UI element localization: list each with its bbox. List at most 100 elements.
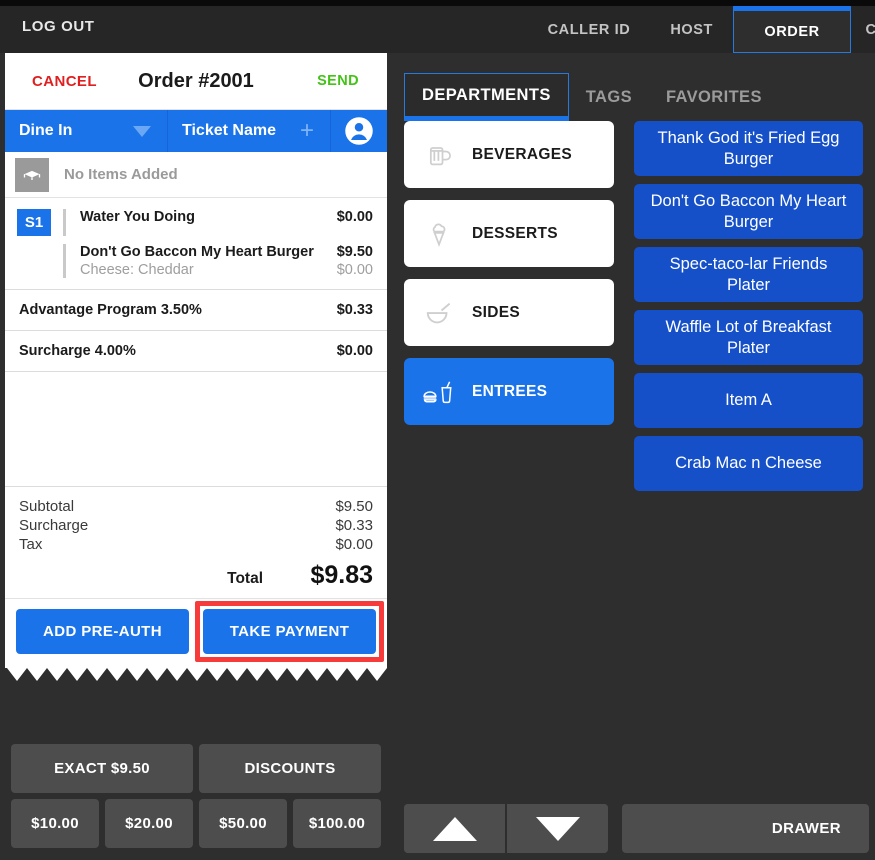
- cash-payment-area: EXACT $9.50 DISCOUNTS $10.00 $20.00 $50.…: [5, 744, 387, 854]
- catalog-tab-group: DEPARTMENTS TAGS FAVORITES: [392, 53, 875, 121]
- department-beverages-button[interactable]: BEVERAGES: [404, 121, 614, 188]
- take-payment-wrapper: TAKE PAYMENT: [203, 609, 376, 654]
- department-label: ENTREES: [472, 383, 547, 401]
- scroll-up-button[interactable]: [404, 804, 505, 853]
- order-panel: CANCEL Order #2001 SEND Dine In Ticket N…: [5, 53, 387, 683]
- fee-label: Advantage Program 3.50%: [19, 302, 202, 318]
- menu-item-button[interactable]: Spec-taco-lar Friends Plater: [634, 247, 863, 302]
- no-items-label: No Items Added: [64, 166, 178, 183]
- take-payment-button[interactable]: TAKE PAYMENT: [203, 609, 376, 654]
- catalog-body: BEVERAGES DESSERTS: [392, 121, 875, 491]
- bowl-spoon-icon: [422, 296, 456, 330]
- total-row-surcharge: Surcharge $0.33: [19, 516, 373, 535]
- grand-total-label: Total: [227, 570, 263, 588]
- pos-screen: LOG OUT CALLER ID HOST ORDER C CANCEL Or…: [0, 0, 875, 860]
- menu-item-list: Thank God it's Fried Egg Burger Don't Go…: [634, 121, 863, 491]
- menu-item-button[interactable]: Crab Mac n Cheese: [634, 436, 863, 491]
- ticket-name-field[interactable]: Ticket Name +: [168, 110, 331, 152]
- quick-amount-20-button[interactable]: $20.00: [105, 799, 193, 848]
- nav-tab-order[interactable]: ORDER: [733, 6, 851, 53]
- scroll-arrow-group: [404, 804, 608, 853]
- menu-item-button[interactable]: Thank God it's Fried Egg Burger: [634, 121, 863, 176]
- nav-tab-caller-id[interactable]: CALLER ID: [528, 6, 651, 53]
- item-price: $0.00: [337, 209, 373, 225]
- tab-departments[interactable]: DEPARTMENTS: [404, 73, 569, 121]
- beer-mug-icon: [422, 138, 456, 172]
- item-line: Water You Doing $0.00: [80, 209, 373, 225]
- no-items-row: No Items Added: [5, 152, 387, 198]
- receipt-torn-edge: [5, 668, 387, 683]
- item-line: Don't Go Baccon My Heart Burger $9.50: [80, 244, 373, 260]
- total-row-tax: Tax $0.00: [19, 535, 373, 554]
- total-label: Surcharge: [19, 517, 88, 534]
- customer-button[interactable]: [331, 110, 387, 152]
- order-type-dropdown[interactable]: Dine In: [5, 110, 168, 152]
- burger-drink-icon: [422, 375, 456, 409]
- exact-amount-button[interactable]: EXACT $9.50: [11, 744, 193, 793]
- fee-label: Surcharge 4.00%: [19, 343, 136, 359]
- package-icon: [15, 158, 49, 192]
- arrow-down-icon: [536, 817, 580, 841]
- drawer-button[interactable]: DRAWER: [622, 804, 869, 853]
- item-content: Don't Go Baccon My Heart Burger $9.50 Ch…: [80, 244, 373, 278]
- arrow-up-icon: [433, 817, 477, 841]
- item-modifier-line: Cheese: Cheddar $0.00: [80, 262, 373, 278]
- payment-actions: ADD PRE-AUTH TAKE PAYMENT: [5, 599, 387, 668]
- fee-row-surcharge: Surcharge 4.00% $0.00: [5, 331, 387, 372]
- ticket-name-label: Ticket Name: [182, 122, 276, 140]
- catalog-bottom-controls: DRAWER: [404, 804, 869, 853]
- total-label: Tax: [19, 536, 42, 553]
- item-name: Water You Doing: [80, 209, 195, 225]
- nav-tab-cut-off[interactable]: C: [851, 6, 875, 53]
- quick-amount-10-button[interactable]: $10.00: [11, 799, 99, 848]
- grand-total-amount: $9.83: [285, 561, 373, 590]
- total-row-subtotal: Subtotal $9.50: [19, 497, 373, 516]
- department-label: SIDES: [472, 304, 520, 322]
- item-divider: [63, 209, 66, 236]
- add-pre-auth-button[interactable]: ADD PRE-AUTH: [16, 609, 189, 654]
- department-label: DESSERTS: [472, 225, 558, 243]
- item-modifier-price: $0.00: [337, 262, 373, 278]
- order-header: CANCEL Order #2001 SEND: [5, 53, 387, 110]
- menu-item-button[interactable]: Don't Go Baccon My Heart Burger: [634, 184, 863, 239]
- menu-item-button[interactable]: Waffle Lot of Breakfast Plater: [634, 310, 863, 365]
- department-desserts-button[interactable]: DESSERTS: [404, 200, 614, 267]
- order-options-bar: Dine In Ticket Name +: [5, 110, 387, 152]
- grand-total-row: Total $9.83: [19, 561, 373, 590]
- tab-favorites[interactable]: FAVORITES: [649, 73, 779, 121]
- order-items-list: S1 Water You Doing $0.00 Don't Go Baccon…: [5, 198, 387, 290]
- department-list: BEVERAGES DESSERTS: [404, 121, 614, 491]
- department-sides-button[interactable]: SIDES: [404, 279, 614, 346]
- menu-item-button[interactable]: Item A: [634, 373, 863, 428]
- discounts-button[interactable]: DISCOUNTS: [199, 744, 381, 793]
- ice-cream-cone-icon: [422, 217, 456, 251]
- tab-tags[interactable]: TAGS: [569, 73, 649, 121]
- department-entrees-button[interactable]: ENTREES: [404, 358, 614, 425]
- chevron-down-icon: [133, 126, 151, 137]
- fee-amount: $0.00: [337, 343, 373, 359]
- order-type-label: Dine In: [19, 122, 72, 140]
- quick-amount-50-button[interactable]: $50.00: [199, 799, 287, 848]
- send-order-button[interactable]: SEND: [317, 73, 359, 89]
- log-out-button[interactable]: LOG OUT: [22, 18, 95, 35]
- fee-row-advantage-program: Advantage Program 3.50% $0.33: [5, 290, 387, 331]
- nav-tab-group: CALLER ID HOST ORDER C: [528, 6, 875, 53]
- scroll-down-button[interactable]: [505, 804, 608, 853]
- order-item-row[interactable]: Don't Go Baccon My Heart Burger $9.50 Ch…: [5, 239, 387, 281]
- cash-row-quick-amounts: $10.00 $20.00 $50.00 $100.00: [5, 799, 387, 848]
- order-item-row[interactable]: S1 Water You Doing $0.00: [5, 204, 387, 239]
- order-totals: Subtotal $9.50 Surcharge $0.33 Tax $0.00…: [5, 487, 387, 599]
- total-amount: $0.33: [335, 517, 373, 534]
- item-divider: [63, 244, 66, 278]
- plus-icon: +: [300, 119, 314, 143]
- person-avatar-icon: [344, 116, 374, 146]
- item-content: Water You Doing $0.00: [80, 209, 373, 225]
- nav-tab-host[interactable]: HOST: [650, 6, 733, 53]
- item-price: $9.50: [337, 244, 373, 260]
- quick-amount-100-button[interactable]: $100.00: [293, 799, 381, 848]
- cancel-order-button[interactable]: CANCEL: [32, 73, 97, 90]
- top-navigation-bar: LOG OUT CALLER ID HOST ORDER C: [0, 0, 875, 53]
- fee-amount: $0.33: [337, 302, 373, 318]
- total-label: Subtotal: [19, 498, 74, 515]
- department-label: BEVERAGES: [472, 146, 572, 164]
